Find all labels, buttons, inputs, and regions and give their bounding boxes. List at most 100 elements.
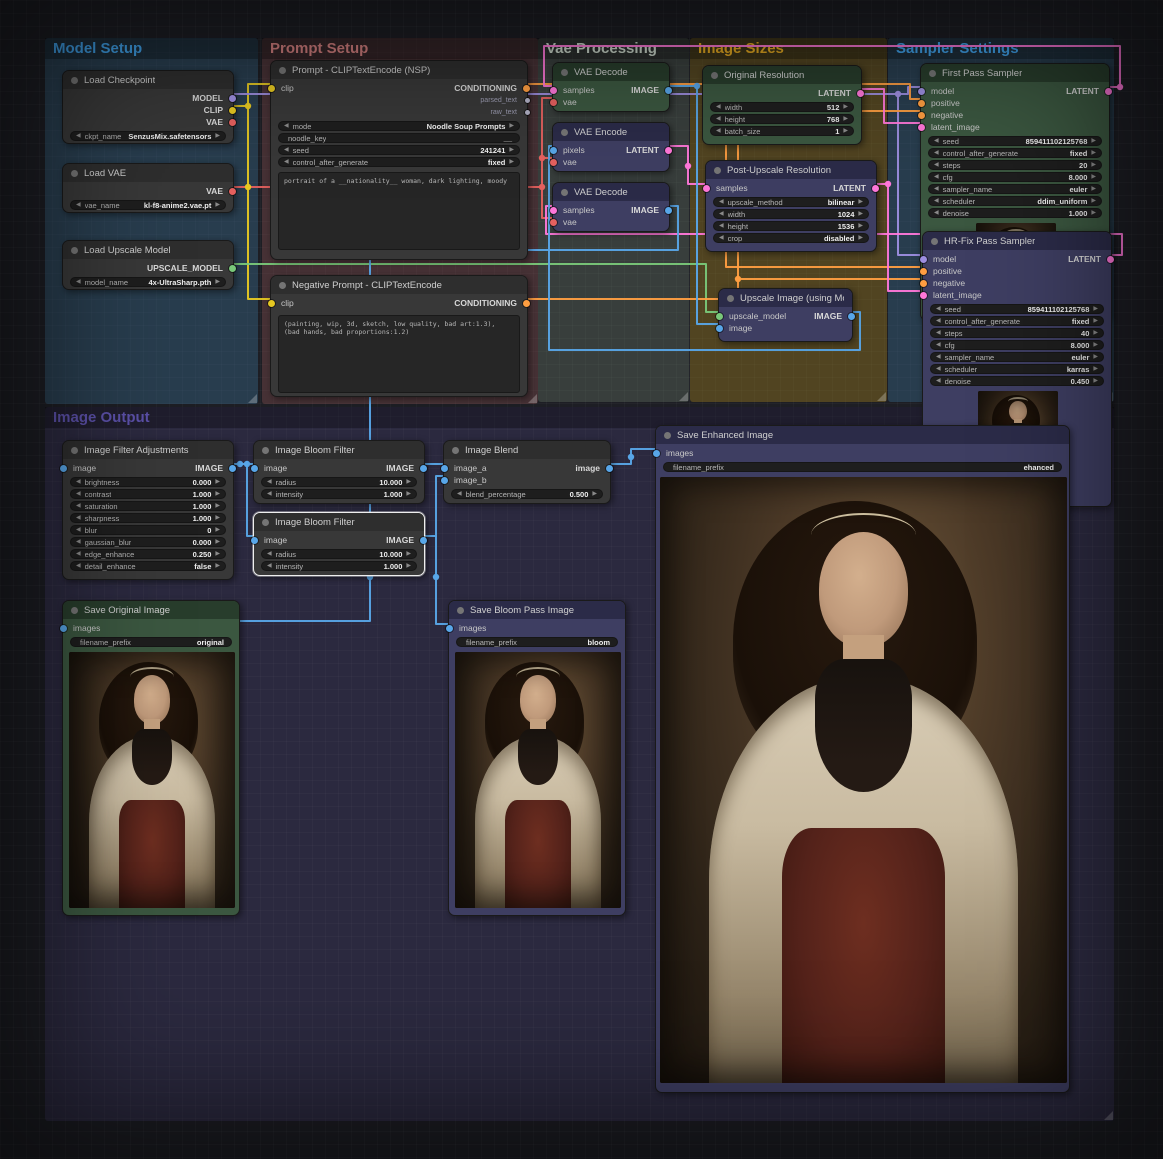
node-header[interactable]: Save Bloom Pass Image: [449, 601, 625, 619]
widget-increment-arrow[interactable]: ▶: [406, 561, 411, 571]
node-header[interactable]: Image Blend: [444, 441, 610, 459]
node-original-resolution[interactable]: Original Resolution LATENT ◀ width 512 ▶ ◀ heig…: [702, 65, 864, 145]
widget-decrement-arrow[interactable]: ◀: [267, 489, 272, 499]
port-dot-clip[interactable]: [268, 299, 275, 307]
port-dot-image[interactable]: [550, 146, 557, 154]
collapse-dot[interactable]: [452, 446, 459, 454]
port-dot-clip[interactable]: [268, 84, 275, 92]
widget-increment-arrow[interactable]: ▶: [1091, 160, 1096, 170]
reroute-dot[interactable]: [884, 180, 892, 188]
widget-ckpt_name[interactable]: ◀ ckpt_name SenzusMix.safetensors ▶: [70, 131, 226, 141]
node-header[interactable]: Load Upscale Model: [63, 241, 233, 259]
widget-decrement-arrow[interactable]: ◀: [936, 316, 941, 326]
widget-decrement-arrow[interactable]: ◀: [936, 352, 941, 362]
reroute-dot[interactable]: [244, 183, 252, 191]
collapse-dot[interactable]: [929, 69, 936, 77]
widget-filename_prefix[interactable]: filename_prefix ehanced: [663, 462, 1062, 472]
widget-edge_enhance[interactable]: ◀ edge_enhance 0.250 ▶: [70, 549, 226, 559]
widget-increment-arrow[interactable]: ▶: [843, 102, 848, 112]
widget-decrement-arrow[interactable]: ◀: [76, 513, 81, 523]
widget-increment-arrow[interactable]: ▶: [1093, 328, 1098, 338]
port-dot-conditioning[interactable]: [523, 84, 530, 92]
node-header[interactable]: Negative Prompt - CLIPTextEncode: [271, 276, 527, 294]
port-dot-image[interactable]: [251, 464, 258, 472]
widget-decrement-arrow[interactable]: ◀: [719, 209, 724, 219]
widget-radius[interactable]: ◀ radius 10.000 ▶: [261, 549, 417, 559]
widget-increment-arrow[interactable]: ▶: [1091, 172, 1096, 182]
port-dot-text[interactable]: [525, 109, 530, 115]
widget-filename_prefix[interactable]: filename_prefix bloom: [456, 637, 618, 647]
port-dot-image[interactable]: [716, 324, 723, 332]
node-prompt-nsp[interactable]: Prompt - CLIPTextEncode (NSP) clip CONDITI…: [268, 60, 530, 260]
port-dot-image[interactable]: [441, 476, 448, 484]
port-dot-image[interactable]: [60, 464, 67, 472]
collapse-dot[interactable]: [664, 431, 671, 439]
port-dot-vae[interactable]: [550, 158, 557, 166]
widget-decrement-arrow[interactable]: ◀: [936, 340, 941, 350]
node-negative-prompt[interactable]: Negative Prompt - CLIPTextEncode clip COND…: [268, 275, 530, 397]
port-dot-latent[interactable]: [1105, 87, 1112, 95]
widget-increment-arrow[interactable]: ▶: [509, 157, 514, 167]
node-header[interactable]: Original Resolution: [703, 66, 861, 84]
widget-seed[interactable]: ◀ seed 859411102125768 ▶: [928, 136, 1102, 146]
port-dot-image[interactable]: [665, 206, 672, 214]
widget-decrement-arrow[interactable]: ◀: [284, 121, 289, 131]
widget-increment-arrow[interactable]: ▶: [1091, 136, 1096, 146]
node-save-enhanced-image[interactable]: Save Enhanced Image images filename_prefix…: [653, 425, 1070, 1093]
widget-decrement-arrow[interactable]: ◀: [934, 184, 939, 194]
widget-intensity[interactable]: ◀ intensity 1.000 ▶: [261, 489, 417, 499]
node-header[interactable]: Upscale Image (using Model): [719, 289, 852, 307]
output-port-LATENT[interactable]: LATENT: [1068, 253, 1114, 265]
collapse-dot[interactable]: [71, 169, 78, 177]
reroute-dot[interactable]: [894, 90, 902, 98]
output-port-raw_text[interactable]: raw_text: [491, 106, 530, 118]
widget-filename_prefix[interactable]: filename_prefix original: [70, 637, 232, 647]
collapse-dot[interactable]: [561, 68, 568, 76]
node-load-checkpoint[interactable]: Load Checkpoint MODEL CLIP VAE ◀ ckpt_name Sen…: [62, 70, 236, 144]
port-dot-latent[interactable]: [920, 291, 927, 299]
port-dot-clip[interactable]: [229, 106, 236, 114]
node-header[interactable]: Image Bloom Filter: [254, 513, 424, 531]
node-load-vae[interactable]: Load VAE VAE ◀ vae_name kl-f8-anime2.vae.pt ▶: [62, 163, 236, 213]
node-upscale-image[interactable]: Upscale Image (using Model) upscale_model…: [716, 288, 855, 342]
output-port-IMAGE[interactable]: IMAGE: [195, 462, 236, 474]
workflow-canvas[interactable]: Model Setup Prompt Setup Vae Processing Ima…: [0, 0, 1163, 1159]
input-port-positive[interactable]: positive: [920, 265, 962, 277]
node-header[interactable]: Image Filter Adjustments: [63, 441, 233, 459]
input-port-samples[interactable]: samples: [550, 204, 595, 216]
widget-denoise[interactable]: ◀ denoise 1.000 ▶: [928, 208, 1102, 218]
widget-decrement-arrow[interactable]: ◀: [936, 376, 941, 386]
collapse-dot[interactable]: [457, 606, 464, 614]
widget-increment-arrow[interactable]: ▶: [1091, 208, 1096, 218]
widget-decrement-arrow[interactable]: ◀: [934, 160, 939, 170]
widget-batch_size[interactable]: ◀ batch_size 1 ▶: [710, 126, 854, 136]
collapse-dot[interactable]: [71, 246, 78, 254]
port-dot-latent[interactable]: [550, 206, 557, 214]
output-port-IMAGE[interactable]: IMAGE: [386, 534, 427, 546]
widget-decrement-arrow[interactable]: ◀: [716, 126, 721, 136]
input-port-images[interactable]: images: [653, 447, 693, 459]
node-vae-decode-1[interactable]: VAE Decode samples vae IMAGE: [550, 62, 672, 112]
port-dot-upscale_model[interactable]: [716, 312, 723, 320]
widget-increment-arrow[interactable]: ▶: [215, 477, 220, 487]
widget-decrement-arrow[interactable]: ◀: [267, 561, 272, 571]
input-port-model[interactable]: model: [918, 85, 954, 97]
collapse-dot[interactable]: [262, 446, 269, 454]
widget-increment-arrow[interactable]: ▶: [215, 513, 220, 523]
widget-increment-arrow[interactable]: ▶: [406, 489, 411, 499]
widget-mode[interactable]: ◀ mode Noodle Soup Prompts ▶: [278, 121, 520, 131]
widget-increment-arrow[interactable]: ▶: [1093, 376, 1098, 386]
output-port-CONDITIONING[interactable]: CONDITIONING: [454, 297, 530, 309]
output-port-LATENT[interactable]: LATENT: [626, 144, 672, 156]
widget-decrement-arrow[interactable]: ◀: [76, 537, 81, 547]
port-dot-vae[interactable]: [229, 118, 236, 126]
input-port-model[interactable]: model: [920, 253, 956, 265]
reroute-dot[interactable]: [236, 460, 244, 468]
widget-blur[interactable]: ◀ blur 0 ▶: [70, 525, 226, 535]
input-port-latent_image[interactable]: latent_image: [918, 121, 980, 133]
widget-decrement-arrow[interactable]: ◀: [267, 477, 272, 487]
prompt-textarea[interactable]: (painting, wip, 3d, sketch, low quality,…: [278, 315, 520, 393]
input-port-image[interactable]: image: [60, 462, 96, 474]
port-dot-image[interactable]: [229, 464, 236, 472]
widget-decrement-arrow[interactable]: ◀: [267, 549, 272, 559]
